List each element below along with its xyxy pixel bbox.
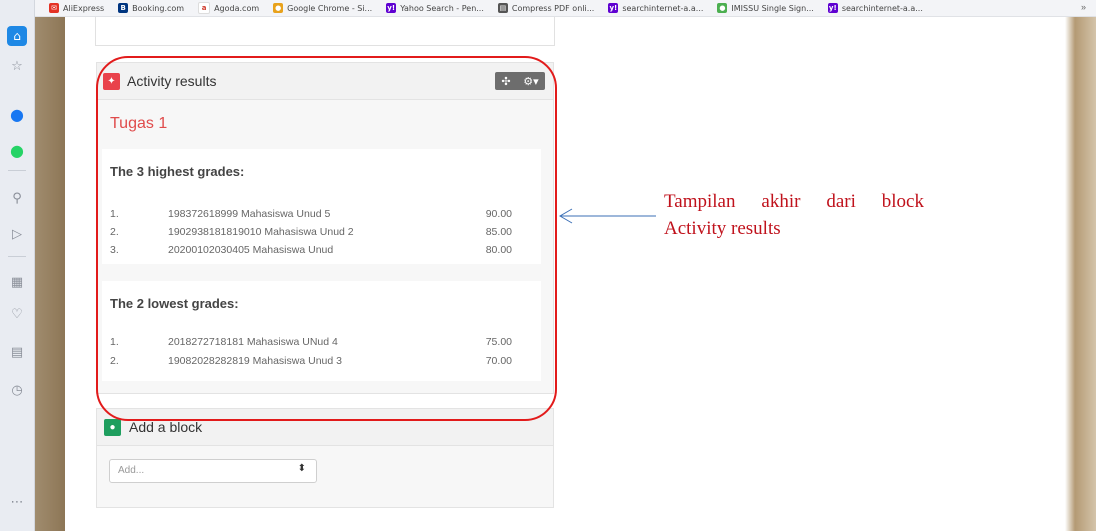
bookmark-item[interactable]: B Booking.com (118, 3, 184, 13)
add-block-card: ● Add a block Add... ⬍ (96, 408, 554, 508)
history-icon[interactable]: ◷ (7, 380, 27, 400)
aliexpress-icon: ✉ (49, 3, 59, 13)
browser-sidebar: ⌂ ☆ ● ● ⚲ ▷ ▦ ♡ ▤ ◷ ⋯ (0, 0, 35, 531)
bookmark-item[interactable]: ▤ Compress PDF onli... (497, 3, 595, 13)
previous-block-card (95, 17, 555, 46)
bookmark-item[interactable]: y! searchinternet-a.a... (608, 3, 703, 13)
news-icon[interactable]: ▤ (7, 342, 27, 362)
bookmark-label: Booking.com (132, 3, 185, 13)
bookmark-item[interactable]: ● IMISSU Single Sign... (717, 3, 814, 13)
add-block-select[interactable]: Add... ⬍ (109, 459, 317, 483)
agoda-icon: a (198, 2, 211, 14)
yahoo-icon: y! (827, 3, 838, 13)
add-block-title: Add a block (129, 419, 203, 435)
apps-grid-icon[interactable]: ▦ (7, 272, 27, 292)
annotation-highlight-frame (96, 56, 557, 421)
annotation-arrow (559, 208, 656, 224)
whatsapp-icon[interactable]: ● (7, 140, 27, 160)
home-icon[interactable]: ⌂ (7, 26, 27, 46)
bookmark-item[interactable]: a Agoda.com (198, 2, 259, 14)
sidebar-divider (8, 256, 26, 257)
more-icon[interactable]: ⋯ (7, 492, 27, 512)
select-arrow-icon: ⬍ (297, 463, 306, 474)
star-icon[interactable]: ☆ (7, 56, 27, 76)
bookmark-label: Google Chrome - Si... (287, 3, 373, 13)
document-icon: ▤ (497, 3, 508, 13)
globe-icon: ● (717, 3, 728, 13)
heart-icon[interactable]: ♡ (7, 304, 27, 324)
send-icon[interactable]: ▷ (7, 224, 27, 244)
sidebar-divider (8, 170, 26, 171)
bookmark-label: Yahoo Search - Pen... (400, 3, 484, 13)
yahoo-icon: y! (386, 3, 397, 13)
bookmark-label: searchinternet-a.a... (622, 3, 704, 13)
bookmark-label: Compress PDF onli... (511, 3, 595, 13)
yahoo-icon: y! (608, 3, 619, 13)
messenger-icon[interactable]: ● (7, 104, 27, 124)
bookmark-item[interactable]: y! searchinternet-a.a... (827, 3, 923, 13)
bookmarks-overflow-icon[interactable]: » (1081, 2, 1086, 12)
bookmark-label: Agoda.com (214, 3, 260, 13)
bookmark-label: searchinternet-a.a... (841, 3, 923, 13)
bookmark-item[interactable]: y! Yahoo Search - Pen... (386, 3, 484, 13)
bookmarks-bar: ✉ AliExpress B Booking.com a Agoda.com ● Google… (35, 0, 1096, 17)
bookmark-label: AliExpress (63, 3, 105, 13)
add-block-icon: ● (104, 419, 121, 436)
booking-icon: B (118, 3, 129, 13)
annotation-caption: Tampilan akhir dari block Activity resul… (664, 191, 924, 239)
bookmark-label: IMISSU Single Sign... (731, 3, 814, 13)
add-block-select-value: Add... (118, 465, 145, 476)
search-icon[interactable]: ⚲ (7, 188, 27, 208)
chrome-icon: ● (273, 3, 284, 13)
bookmark-item[interactable]: ✉ AliExpress (49, 3, 104, 13)
bookmark-item[interactable]: ● Google Chrome - Si... (273, 3, 372, 13)
